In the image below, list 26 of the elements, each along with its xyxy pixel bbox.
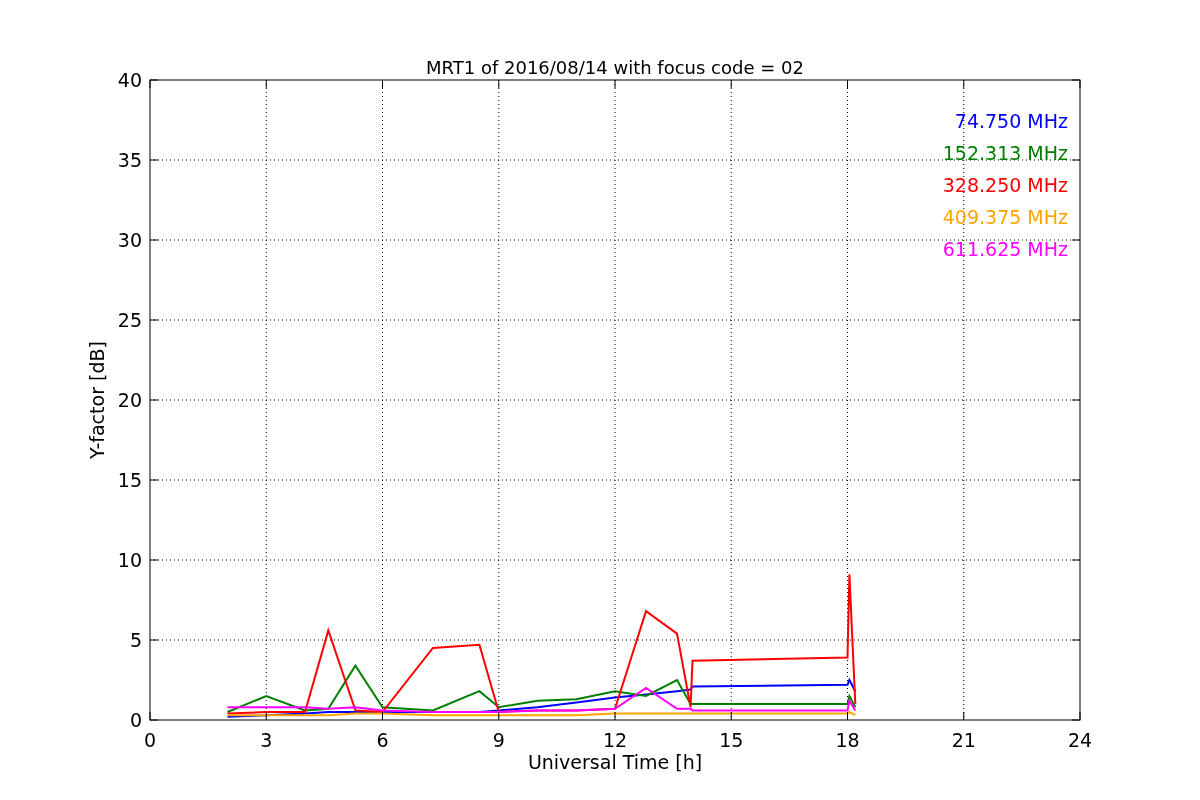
y-tick-label: 20 (117, 389, 142, 411)
y-tick-label: 35 (117, 149, 142, 171)
legend-label: 152.313 MHz (942, 142, 1068, 164)
y-tick-label: 30 (117, 229, 142, 251)
chart-title: MRT1 of 2016/08/14 with focus code = 02 (426, 57, 804, 78)
y-tick-label: 15 (117, 469, 142, 491)
y-tick-label: 40 (117, 69, 142, 91)
x-tick-label: 24 (1067, 729, 1093, 751)
y-axis-label: Y-factor [dB] (86, 341, 108, 459)
y-tick-label: 5 (129, 629, 142, 651)
x-tick-label: 6 (376, 729, 389, 751)
legend-label: 611.625 MHz (942, 238, 1068, 260)
x-tick-label: 18 (835, 729, 860, 751)
y-tick-label: 10 (117, 549, 142, 571)
legend-label: 328.250 MHz (942, 174, 1068, 196)
x-tick-label: 12 (602, 729, 628, 751)
x-tick-label: 0 (143, 729, 157, 751)
y-tick-label: 25 (117, 309, 142, 331)
x-tick-label: 3 (260, 729, 273, 751)
legend-label: 409.375 MHz (942, 206, 1068, 228)
legend-label: 74.750 MHz (954, 110, 1068, 132)
x-tick-label: 15 (719, 729, 744, 751)
x-tick-label: 9 (492, 729, 505, 751)
x-tick-label: 21 (951, 729, 976, 751)
y-tick-label: 0 (129, 709, 142, 731)
x-axis-label: Universal Time [h] (527, 751, 703, 773)
